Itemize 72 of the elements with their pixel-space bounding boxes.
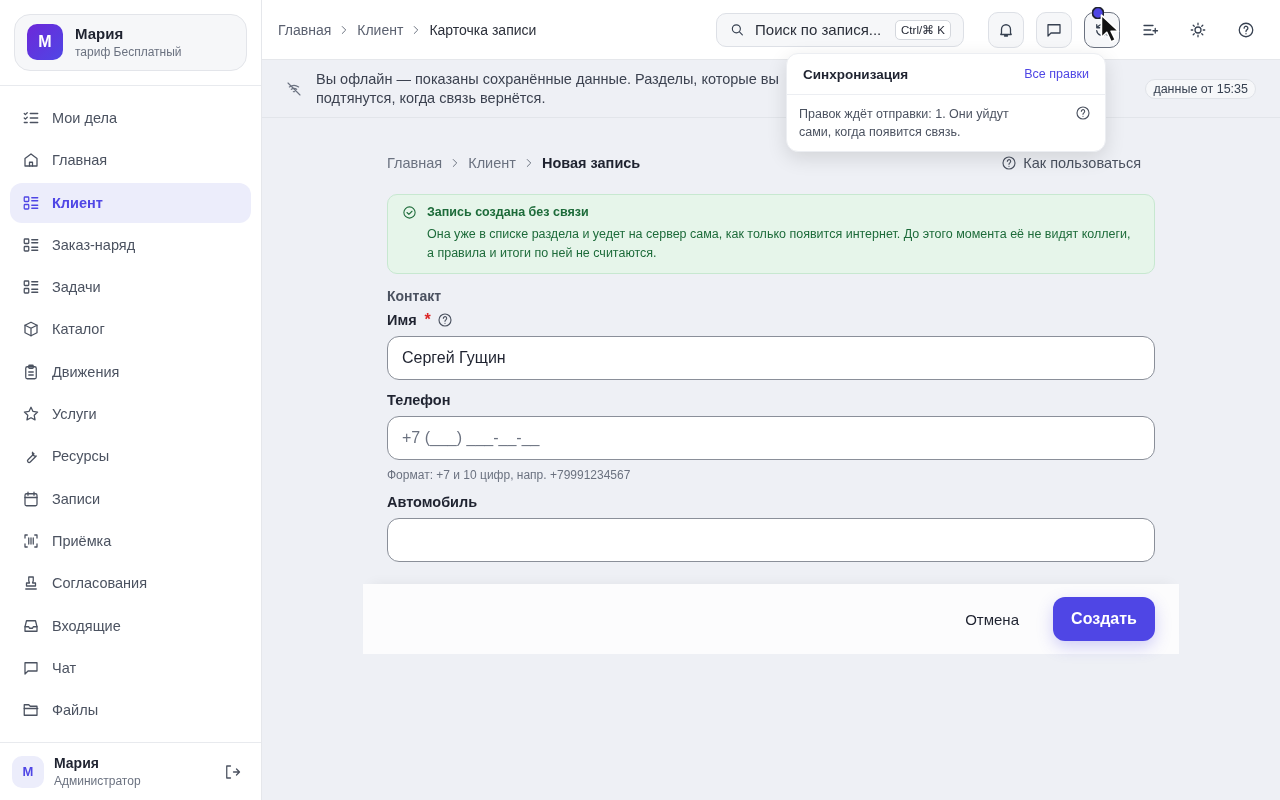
breadcrumb-link[interactable]: Карточка записи (429, 21, 537, 38)
user-name: Мария (54, 755, 100, 772)
sidebar-item[interactable]: Мои дела (10, 97, 251, 138)
data-timestamp: данные от 15:35 (1145, 78, 1256, 99)
box-icon (22, 320, 40, 339)
offline-message: подтянутся, когда связь вернётся. (316, 90, 546, 106)
input-field[interactable]: +7 (___) ___-__-__ (387, 416, 1155, 460)
grid-list-icon (22, 235, 40, 254)
search-icon (729, 21, 746, 38)
cancel-button[interactable]: Отмена (959, 609, 1025, 629)
input-field[interactable]: Сергей Гущин (387, 336, 1155, 380)
section-title: Контакт (387, 288, 443, 304)
avatar: М (12, 755, 44, 788)
search-field[interactable]: Поиск по запися... (753, 20, 888, 39)
sidebar-item[interactable]: Клиент (10, 182, 251, 223)
notice-title: Запись создана без связи (427, 205, 590, 219)
help-link[interactable]: Как пользоваться (1001, 155, 1141, 171)
popover-text: Правок ждёт отправки: 1. Они уйдут сами, когда появится связь. (799, 106, 1010, 141)
notifications-button[interactable] (988, 11, 1024, 48)
sun-icon (1189, 20, 1207, 39)
calendar-icon (22, 489, 40, 508)
popover-title: Синхронизация (803, 66, 909, 82)
logout-icon[interactable] (223, 762, 241, 781)
sidebar-item[interactable]: Входящие (10, 605, 251, 646)
input-field[interactable] (387, 518, 1155, 562)
sidebar-item[interactable]: Услуги (10, 394, 251, 435)
wifi-off-icon (286, 80, 302, 97)
field-label: Имя (387, 312, 417, 328)
breadcrumb-link[interactable]: Главная (278, 21, 332, 38)
shortcut-hint: Ctrl/⌘ K (895, 19, 951, 40)
offline-message: Вы офлайн — показаны сохранённые данные. Разделы, которые вы (316, 71, 779, 87)
sidebar-item[interactable]: Каталог (10, 309, 251, 350)
breadcrumb-link[interactable]: Клиент (357, 21, 404, 38)
breadcrumb-link[interactable]: Главная (387, 155, 443, 171)
plan-label: тариф Бесплатный (75, 45, 182, 60)
sidebar-item[interactable]: Задачи (10, 267, 251, 308)
search-bar[interactable]: Поиск по запися... Ctrl/⌘ K (716, 12, 964, 47)
help-icon[interactable] (1075, 105, 1091, 121)
field-hint: Формат: +7 и 10 цифр, напр. +79991234567 (387, 468, 632, 482)
user-role: Администратор (54, 774, 142, 789)
help-icon (1001, 155, 1018, 171)
help-icon (1237, 20, 1255, 39)
chat-button[interactable] (1036, 11, 1072, 48)
sidebar-item[interactable]: Файлы (10, 690, 251, 731)
notice-text: Она уже в списке раздела и уедет на сервер сама, как только появится интернет. До этого момента её не видят коллеги, а правила и итоги по ней не считаются. (427, 226, 1132, 262)
home-icon (22, 151, 40, 170)
sidebar-item[interactable]: Ресурсы (10, 436, 251, 477)
sidebar-item[interactable]: Движения (10, 351, 251, 392)
check-circle-icon (402, 205, 417, 220)
all-edits-link[interactable]: Все правки (1024, 67, 1089, 81)
grid-list-icon (22, 278, 40, 297)
help-icon[interactable] (436, 312, 453, 328)
field-label: Автомобиль (387, 494, 478, 510)
breadcrumb-link[interactable]: Клиент (468, 155, 516, 171)
required-mark: * (424, 311, 431, 329)
clipboard-icon (22, 362, 40, 381)
field-label: Телефон (387, 392, 451, 408)
avatar: М (27, 24, 63, 61)
create-button[interactable]: Создать (1053, 597, 1155, 641)
sidebar-item[interactable]: Заказ-наряд (10, 224, 251, 265)
sidebar-item[interactable]: Главная (10, 140, 251, 181)
sidebar-item[interactable]: Записи (10, 478, 251, 519)
profile-name: Мария (75, 25, 125, 43)
stamp-icon (22, 574, 40, 593)
grid-list-icon (22, 193, 40, 212)
sidebar-item[interactable]: Согласования (10, 563, 251, 604)
scan-icon (22, 531, 40, 550)
sidebar-item[interactable]: Приёмка (10, 520, 251, 561)
cursor-icon (1099, 13, 1121, 43)
sidebar-item[interactable]: Чат (10, 647, 251, 688)
breadcrumb-link[interactable]: Новая запись (541, 155, 641, 171)
profile-card[interactable]: М Мария тариф Бесплатный (14, 14, 247, 71)
